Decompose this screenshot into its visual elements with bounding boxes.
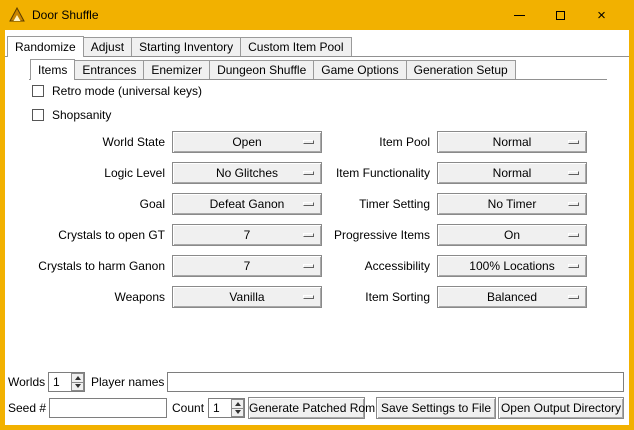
window-title: Door Shuffle <box>32 8 99 22</box>
count-label: Count <box>172 398 204 418</box>
generate-patched-rom-button[interactable]: Generate Patched Rom <box>248 397 365 419</box>
item-pool-dropdown[interactable]: Normal <box>437 131 587 153</box>
content-area: Randomize Adjust Starting Inventory Cust… <box>5 30 629 425</box>
shopsanity-label: Shopsanity <box>52 108 111 122</box>
tab-dungeon-shuffle[interactable]: Dungeon Shuffle <box>209 60 314 79</box>
open-output-directory-button[interactable]: Open Output Directory <box>498 397 624 419</box>
count-spinner-buttons <box>231 399 244 417</box>
arrow-up-icon <box>75 376 81 380</box>
arrow-down-icon <box>235 410 241 414</box>
worlds-label: Worlds <box>8 372 45 392</box>
count-spinner-down-button[interactable] <box>231 409 244 418</box>
progressive-items-dropdown[interactable]: On <box>437 224 587 246</box>
settings-row: Crystals to harm Ganon 7 Accessibility 1… <box>5 255 629 277</box>
secondary-tab-bar: Items Entrances Enemizer Dungeon Shuffle… <box>29 59 607 80</box>
item-pool-value: Normal <box>438 132 586 152</box>
shopsanity-checkbutton[interactable]: Shopsanity <box>32 107 111 123</box>
settings-row: World State Open Item Pool Normal <box>5 131 629 153</box>
tab-adjust[interactable]: Adjust <box>83 37 132 56</box>
maximize-icon <box>556 11 565 20</box>
tab-items[interactable]: Items <box>30 59 75 80</box>
tab-entrances[interactable]: Entrances <box>74 60 144 79</box>
tab-starting-inventory[interactable]: Starting Inventory <box>131 37 241 56</box>
crystals-harm-ganon-label: Crystals to harm Ganon <box>5 255 165 277</box>
worlds-spinner[interactable]: 1 <box>48 372 85 392</box>
dropdown-indicator-icon <box>568 140 579 144</box>
dropdown-indicator-icon <box>568 295 579 299</box>
weapons-label: Weapons <box>5 286 165 308</box>
accessibility-value: 100% Locations <box>438 256 586 276</box>
primary-tab-bar: Randomize Adjust Starting Inventory Cust… <box>5 36 629 57</box>
worlds-spinner-up-button[interactable] <box>71 373 84 383</box>
item-functionality-value: Normal <box>438 163 586 183</box>
timer-setting-label: Timer Setting <box>270 193 430 215</box>
player-names-input[interactable] <box>167 372 624 392</box>
item-sorting-dropdown[interactable]: Balanced <box>437 286 587 308</box>
progressive-items-value: On <box>438 225 586 245</box>
crystals-open-gt-label: Crystals to open GT <box>5 224 165 246</box>
minimize-icon <box>514 15 525 16</box>
item-sorting-label: Item Sorting <box>270 286 430 308</box>
tab-custom-item-pool[interactable]: Custom Item Pool <box>240 37 351 56</box>
accessibility-label: Accessibility <box>270 255 430 277</box>
item-functionality-label: Item Functionality <box>270 162 430 184</box>
dropdown-indicator-icon <box>568 202 579 206</box>
worlds-spinner-down-button[interactable] <box>71 383 84 392</box>
timer-setting-dropdown[interactable]: No Timer <box>437 193 587 215</box>
retro-mode-checkbutton[interactable]: Retro mode (universal keys) <box>32 83 202 99</box>
accessibility-dropdown[interactable]: 100% Locations <box>437 255 587 277</box>
shopsanity-checkbox <box>32 109 44 121</box>
worlds-value: 1 <box>49 373 71 391</box>
seed-label: Seed # <box>8 398 46 418</box>
arrow-down-icon <box>75 384 81 388</box>
tab-game-options[interactable]: Game Options <box>313 60 406 79</box>
close-button[interactable]: × <box>581 0 622 30</box>
player-names-label: Player names <box>91 372 164 392</box>
count-spinner[interactable]: 1 <box>208 398 245 418</box>
maximize-button[interactable] <box>540 0 581 30</box>
dropdown-indicator-icon <box>568 233 579 237</box>
goal-label: Goal <box>5 193 165 215</box>
count-spinner-up-button[interactable] <box>231 399 244 409</box>
window-controls: × <box>499 0 622 30</box>
window: Door Shuffle × Randomize Adjust Starting… <box>0 0 634 430</box>
dropdown-indicator-icon <box>568 171 579 175</box>
save-settings-button[interactable]: Save Settings to File <box>376 397 496 419</box>
progressive-items-label: Progressive Items <box>270 224 430 246</box>
tab-randomize[interactable]: Randomize <box>7 36 84 57</box>
arrow-up-icon <box>235 402 241 406</box>
close-icon: × <box>597 8 606 23</box>
item-functionality-dropdown[interactable]: Normal <box>437 162 587 184</box>
timer-setting-value: No Timer <box>438 194 586 214</box>
logic-level-label: Logic Level <box>5 162 165 184</box>
tab-generation-setup[interactable]: Generation Setup <box>406 60 516 79</box>
seed-input[interactable] <box>49 398 167 418</box>
item-sorting-value: Balanced <box>438 287 586 307</box>
app-icon <box>9 7 25 23</box>
tab-enemizer[interactable]: Enemizer <box>143 60 210 79</box>
retro-mode-checkbox <box>32 85 44 97</box>
minimize-button[interactable] <box>499 0 540 30</box>
dropdown-indicator-icon <box>568 264 579 268</box>
item-pool-label: Item Pool <box>270 131 430 153</box>
worlds-spinner-buttons <box>71 373 84 391</box>
settings-row: Crystals to open GT 7 Progressive Items … <box>5 224 629 246</box>
titlebar[interactable]: Door Shuffle × <box>0 0 634 30</box>
settings-row: Goal Defeat Ganon Timer Setting No Timer <box>5 193 629 215</box>
settings-row: Weapons Vanilla Item Sorting Balanced <box>5 286 629 308</box>
retro-mode-label: Retro mode (universal keys) <box>52 84 202 98</box>
settings-row: Logic Level No Glitches Item Functionali… <box>5 162 629 184</box>
world-state-label: World State <box>5 131 165 153</box>
count-value: 1 <box>209 399 231 417</box>
